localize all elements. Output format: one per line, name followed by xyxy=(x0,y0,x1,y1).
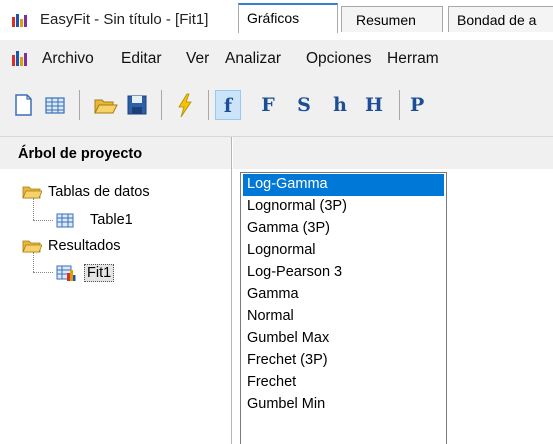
list-item-log-pearson-3[interactable]: Log-Pearson 3 xyxy=(243,262,444,284)
list-item-normal[interactable]: Normal xyxy=(243,306,444,328)
new-table-icon[interactable] xyxy=(42,91,68,119)
tree-connector xyxy=(33,198,34,220)
tree-item-table1[interactable]: Table1 xyxy=(90,212,133,228)
tree-connector xyxy=(33,272,53,273)
tree-item-resultados[interactable]: Resultados xyxy=(48,238,121,254)
toolbar-survival-button[interactable]: S xyxy=(291,90,317,120)
toolbar-pp-button[interactable]: P xyxy=(410,90,436,120)
open-folder-icon[interactable] xyxy=(92,91,118,119)
lightning-icon[interactable] xyxy=(172,91,198,119)
list-item-lognormal[interactable]: Lognormal xyxy=(243,240,444,262)
list-item-gamma[interactable]: Gamma xyxy=(243,284,444,306)
tree-item-fit1[interactable]: Fit1 xyxy=(84,264,115,282)
easyfit-logo-icon xyxy=(12,14,27,27)
toolbar-cumulative-hazard-button[interactable]: H xyxy=(361,90,387,120)
tree-item-tablas-de-datos[interactable]: Tablas de datos xyxy=(48,184,150,200)
project-tree xyxy=(0,169,232,444)
toolbar-cdf-button[interactable]: F xyxy=(255,90,281,120)
list-item-gumbel-min[interactable]: Gumbel Min xyxy=(243,394,444,416)
toolbar-separator xyxy=(79,90,80,120)
tab-bondad-de-ajuste[interactable]: Bondad de a xyxy=(448,6,553,32)
tree-connector xyxy=(33,220,53,221)
toolbar-separator xyxy=(399,90,400,120)
menu-opciones[interactable]: Opciones xyxy=(306,50,371,68)
new-document-icon[interactable] xyxy=(10,91,36,119)
project-tree-title: Árbol de proyecto xyxy=(18,146,143,162)
tree-connector xyxy=(33,252,34,272)
list-item-frechet-3p[interactable]: Frechet (3P) xyxy=(243,350,444,372)
distribution-list[interactable]: Log-Gamma Lognormal (3P) Gamma (3P) Logn… xyxy=(240,172,447,444)
list-item-log-gamma[interactable]: Log-Gamma xyxy=(243,174,444,196)
menu-ver[interactable]: Ver xyxy=(186,50,209,68)
tab-strip xyxy=(233,137,553,169)
window-title: EasyFit - Sin título - [Fit1] xyxy=(40,11,209,28)
project-tree-header: Árbol de proyecto xyxy=(0,137,232,169)
save-icon[interactable] xyxy=(124,91,150,119)
list-item-gamma-3p[interactable]: Gamma (3P) xyxy=(243,218,444,240)
app-menu-icon[interactable] xyxy=(12,50,30,66)
folder-icon xyxy=(22,186,42,199)
tab-resumen[interactable]: Resumen xyxy=(341,6,443,32)
menu-herramientas[interactable]: Herram xyxy=(387,50,439,68)
toolbar-separator xyxy=(208,90,209,120)
menu-editar[interactable]: Editar xyxy=(121,50,162,68)
tab-graficos[interactable]: Gráficos xyxy=(238,3,338,33)
toolbar-separator xyxy=(161,90,162,120)
toolbar-hazard-button[interactable]: h xyxy=(327,90,353,120)
list-item-lognormal-3p[interactable]: Lognormal (3P) xyxy=(243,196,444,218)
folder-icon xyxy=(22,240,42,253)
table-icon xyxy=(56,213,74,228)
menu-archivo[interactable]: Archivo xyxy=(42,50,94,68)
toolbar-pdf-button[interactable]: f xyxy=(215,90,241,120)
list-item-gumbel-max[interactable]: Gumbel Max xyxy=(243,328,444,350)
fit-results-icon xyxy=(56,265,76,281)
list-item-frechet[interactable]: Frechet xyxy=(243,372,444,394)
menu-analizar[interactable]: Analizar xyxy=(225,50,281,68)
